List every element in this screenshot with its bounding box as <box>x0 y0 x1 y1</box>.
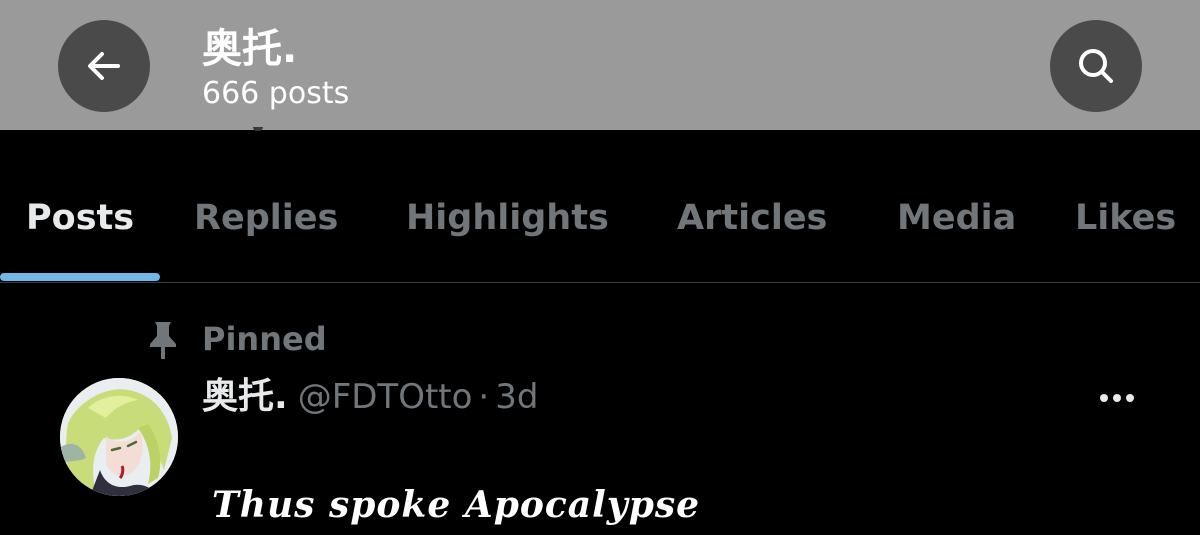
tab-highlights[interactable]: Highlights <box>406 196 609 240</box>
active-tab-indicator <box>0 273 160 281</box>
more-horizontal-icon <box>1100 394 1134 402</box>
tab-likes[interactable]: Likes <box>1075 196 1176 240</box>
profile-header: 奥托. 666 posts <box>0 0 1200 130</box>
more-options-button[interactable] <box>1092 388 1142 408</box>
author-name[interactable]: 奥托. <box>202 376 288 417</box>
tabs-divider <box>0 282 1200 283</box>
search-button[interactable] <box>1050 20 1142 112</box>
tab-media[interactable]: Media <box>897 196 1016 240</box>
back-button[interactable] <box>58 20 150 112</box>
profile-title: 奥托. <box>202 26 298 72</box>
post-text: Thus spoke Apocalypse <box>212 484 701 526</box>
header-edge-fragment <box>253 127 263 131</box>
post-header: 奥托. @FDTOtto · 3d <box>202 375 538 423</box>
arrow-left-icon <box>88 52 120 80</box>
meta-separator: · <box>478 377 490 417</box>
pin-icon <box>150 322 176 359</box>
profile-page: 奥托. 666 posts Posts Replies Highlights A… <box>0 0 1200 535</box>
profile-tabs: Posts Replies Highlights Articles Media … <box>0 170 1200 282</box>
author-handle[interactable]: @FDTOtto <box>298 377 473 417</box>
post-time[interactable]: 3d <box>495 377 538 417</box>
tab-posts[interactable]: Posts <box>26 196 134 240</box>
search-icon <box>1079 49 1113 83</box>
tab-replies[interactable]: Replies <box>194 196 338 240</box>
pinned-label: Pinned <box>202 320 327 358</box>
post-count: 666 posts <box>202 76 350 111</box>
avatar-illustration <box>60 378 178 496</box>
avatar[interactable] <box>60 378 178 496</box>
tab-articles[interactable]: Articles <box>677 196 827 240</box>
